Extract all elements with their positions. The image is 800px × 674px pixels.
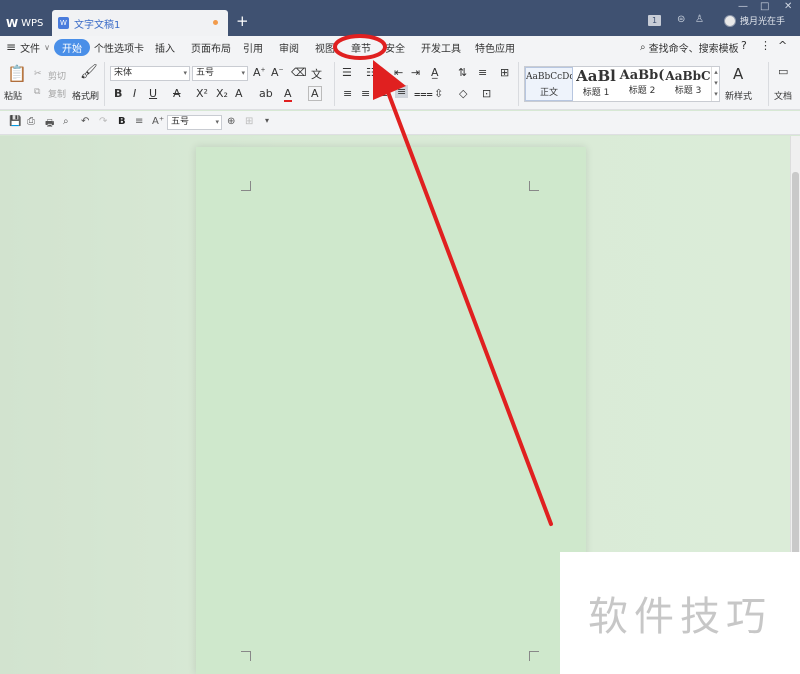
annotation-overlay	[333, 34, 553, 526]
arrow-line	[386, 90, 553, 526]
highlight-circle	[333, 34, 387, 60]
